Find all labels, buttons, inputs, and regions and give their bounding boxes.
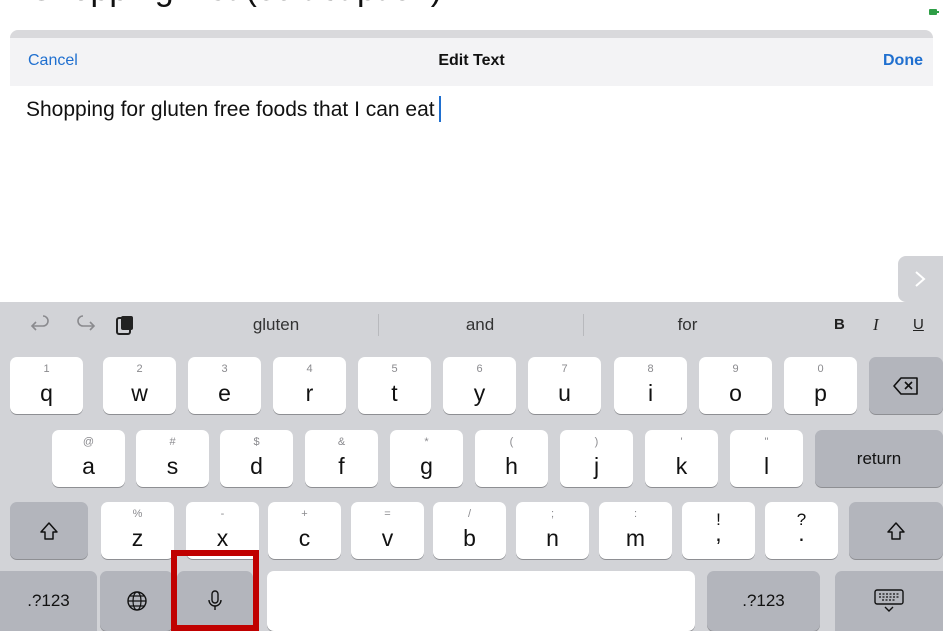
globe-icon: [126, 591, 147, 611]
key-comma[interactable]: !,: [682, 502, 755, 559]
key-h[interactable]: (h: [475, 430, 548, 487]
hide-keyboard-key[interactable]: [835, 571, 943, 631]
redo-icon[interactable]: [74, 314, 96, 336]
key-period[interactable]: ?.: [765, 502, 838, 559]
delete-icon: [893, 376, 918, 395]
key-p[interactable]: 0p: [784, 357, 857, 414]
text-caret: [438, 96, 441, 122]
battery-icon: [929, 9, 939, 15]
key-f[interactable]: & f: [305, 430, 378, 487]
key-o[interactable]: 9o: [699, 357, 772, 414]
numbers-key-left[interactable]: .?123: [0, 571, 97, 631]
suggestion-1[interactable]: gluten: [176, 302, 376, 348]
undo-icon[interactable]: [30, 314, 52, 336]
key-a[interactable]: @ a: [52, 430, 125, 487]
suggestion-divider: [378, 314, 379, 336]
keyboard: gluten and for B I U 1q 2w 3e 4r 5t 6y 7…: [0, 302, 943, 631]
done-button[interactable]: Done: [883, 52, 923, 70]
bold-button[interactable]: B: [834, 302, 845, 348]
delete-key[interactable]: [869, 357, 943, 414]
page-title: Shopping List (edit caption): [30, 0, 442, 9]
shift-key-right[interactable]: [849, 502, 943, 559]
suggestion-2[interactable]: and: [380, 302, 580, 348]
shift-icon: [887, 521, 905, 540]
key-t[interactable]: 5t: [358, 357, 431, 414]
key-g[interactable]: * g: [390, 430, 463, 487]
key-x[interactable]: -x: [186, 502, 259, 559]
key-k[interactable]: ' k: [645, 430, 718, 487]
paste-icon[interactable]: [114, 314, 136, 336]
key-v[interactable]: = v: [351, 502, 424, 559]
italic-button[interactable]: I: [873, 302, 879, 348]
key-l[interactable]: " l: [730, 430, 803, 487]
key-w[interactable]: 2w: [103, 357, 176, 414]
key-q[interactable]: 1q: [10, 357, 83, 414]
chevron-right-icon: [915, 271, 926, 287]
numbers-key-right[interactable]: .?123: [707, 571, 820, 631]
hide-keyboard-icon: [874, 589, 904, 612]
return-key[interactable]: return: [815, 430, 943, 487]
shift-key-left[interactable]: [10, 502, 88, 559]
key-u[interactable]: 7u: [528, 357, 601, 414]
key-n[interactable]: ; n: [516, 502, 589, 559]
edit-text-navbar: Cancel Edit Text Done: [10, 38, 933, 86]
key-m[interactable]: :m: [599, 502, 672, 559]
next-button[interactable]: [898, 256, 943, 302]
text-editor[interactable]: Shopping for gluten free foods that I ca…: [10, 86, 933, 256]
globe-key[interactable]: [100, 571, 173, 631]
key-i[interactable]: 8i: [614, 357, 687, 414]
key-d[interactable]: $ d: [220, 430, 293, 487]
navbar-title: Edit Text: [438, 52, 505, 69]
key-y[interactable]: 6y: [443, 357, 516, 414]
dictation-key[interactable]: [177, 571, 253, 631]
key-c[interactable]: + c: [268, 502, 341, 559]
space-key[interactable]: [267, 571, 695, 631]
text-content[interactable]: Shopping for gluten free foods that I ca…: [26, 96, 441, 122]
microphone-icon: [208, 590, 222, 610]
suggestion-3[interactable]: for: [585, 302, 790, 348]
suggestion-bar: gluten and for B I U: [0, 302, 943, 348]
key-e[interactable]: 3e: [188, 357, 261, 414]
editor-text: Shopping for gluten free foods that I ca…: [26, 98, 435, 121]
shift-icon: [40, 521, 58, 540]
key-b[interactable]: / b: [433, 502, 506, 559]
suggestion-divider: [583, 314, 584, 336]
key-r[interactable]: 4r: [273, 357, 346, 414]
key-j[interactable]: ) j: [560, 430, 633, 487]
underline-button[interactable]: U: [913, 302, 924, 348]
key-s[interactable]: # s: [136, 430, 209, 487]
key-z[interactable]: % z: [101, 502, 174, 559]
